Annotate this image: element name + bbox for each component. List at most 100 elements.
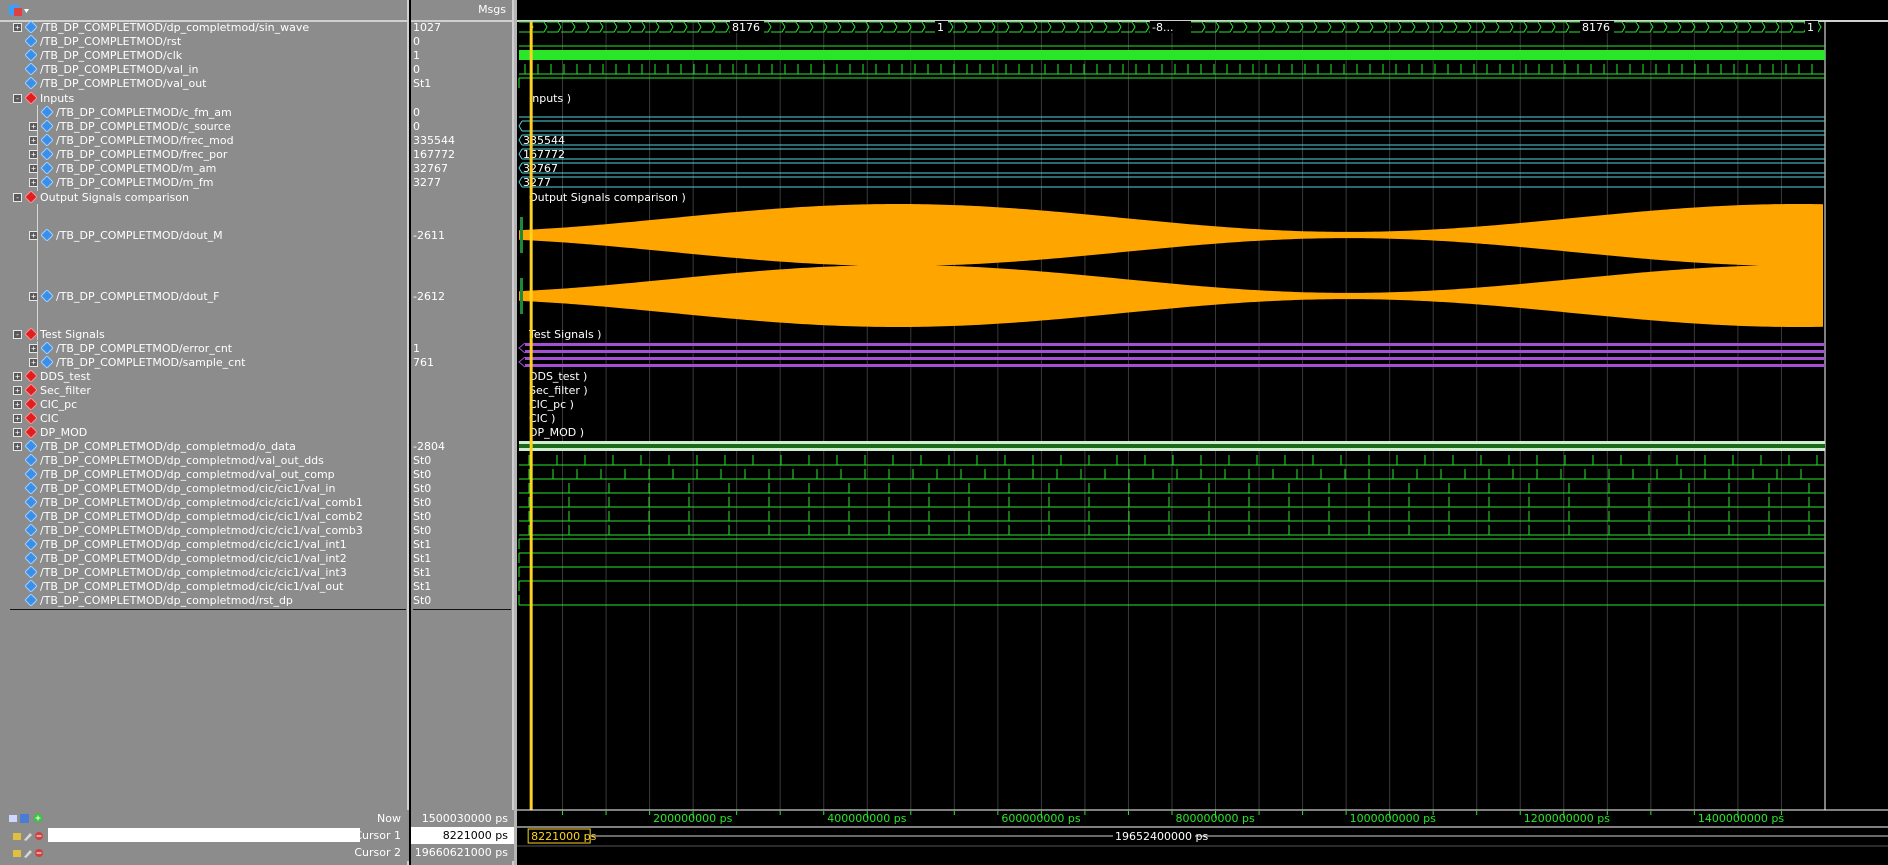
tree-connector: [37, 105, 38, 191]
blue-diamond-icon: [41, 356, 53, 368]
signal-row[interactable]: +/TB_DP_COMPLETMOD/dout_F: [0, 288, 408, 305]
bus-segment: [1625, 21, 1640, 33]
bus-segment: [1401, 21, 1416, 33]
bus-segment: [1191, 21, 1206, 33]
bus-segment: [869, 21, 884, 33]
bus-trace: [525, 343, 1825, 346]
group-label: DP_MOD ): [529, 426, 584, 439]
bus-segment: [645, 21, 660, 33]
expand-icon[interactable]: +: [13, 428, 22, 437]
bus-segment: [1289, 21, 1304, 33]
wave-pane[interactable]: 8176 1 -8... 8176 1 Inputs ) 335544 167772 32767…: [517, 0, 1888, 865]
bus-segment: [1233, 21, 1248, 33]
now-label: Now: [377, 812, 401, 825]
blue-diamond-icon: [41, 106, 53, 118]
bus-segment: [1653, 21, 1668, 33]
bus-value: 167772: [523, 148, 565, 161]
bus-label: 1: [1807, 21, 1814, 34]
expand-icon[interactable]: +: [13, 400, 22, 409]
bus-trace: [525, 364, 1825, 367]
blue-diamond-icon: [41, 290, 53, 302]
expand-icon[interactable]: +: [13, 386, 22, 395]
bus-segment: [953, 21, 968, 33]
bus-segment: [1079, 21, 1094, 33]
signal-values-pane[interactable]: Msgs 1027 0 1 0 St1 0 0 335544 167772 32767 3277 -2…: [411, 0, 514, 865]
bus-segment: [1555, 21, 1570, 33]
bus-segment: [981, 21, 996, 33]
expand-icon[interactable]: +: [13, 414, 22, 423]
bus-segment: [1359, 21, 1374, 33]
bus-value: 3277: [523, 176, 551, 189]
bus-segment: [673, 21, 688, 33]
collapse-icon[interactable]: -: [13, 330, 22, 339]
signal-value: St0: [413, 594, 432, 607]
collapse-icon[interactable]: -: [13, 193, 22, 202]
cursor1-name-box[interactable]: [48, 828, 360, 842]
blue-diamond-icon: [25, 594, 37, 606]
blue-diamond-icon: [25, 538, 37, 550]
expand-icon[interactable]: +: [13, 372, 22, 381]
bus-segment: [1793, 21, 1808, 33]
bus-segment: [1499, 21, 1514, 33]
expand-icon[interactable]: +: [13, 23, 22, 32]
signal-row[interactable]: /TB_DP_COMPLETMOD/dp_completmod/rst_dp: [0, 592, 408, 609]
bus-segment: [1219, 21, 1234, 33]
signal-value: -2612: [413, 290, 445, 303]
blue-diamond-icon: [25, 552, 37, 564]
signal-names-pane[interactable]: +/TB_DP_COMPLETMOD/dp_completmod/sin_wav…: [0, 0, 409, 865]
tree-connector: [37, 341, 38, 363]
cursor1-row[interactable]: Cursor 1: [0, 827, 409, 844]
bus-segment: [1205, 21, 1220, 33]
bus-segment: [1443, 21, 1458, 33]
bus-trace: [525, 350, 1825, 353]
cursor2-label: Cursor 2: [354, 846, 401, 859]
signal-row[interactable]: - Output Signals comparison: [0, 189, 408, 206]
bus-segment: [897, 21, 912, 33]
group-label: Sec_filter ): [529, 384, 588, 397]
red-diamond-icon: [25, 328, 37, 340]
bus-label: 8176: [1582, 21, 1610, 34]
group-label: Inputs ): [529, 92, 571, 105]
expand-icon[interactable]: +: [13, 442, 22, 451]
red-diamond-icon: [25, 92, 37, 104]
blue-diamond-icon: [25, 440, 37, 452]
signal-row[interactable]: +/TB_DP_COMPLETMOD/dout_M: [0, 227, 408, 244]
collapse-icon[interactable]: -: [13, 94, 22, 103]
analog-envelope: [519, 265, 1823, 327]
bus-label: -8...: [1152, 21, 1173, 34]
now-row: Now: [0, 810, 409, 827]
blue-diamond-icon: [41, 134, 53, 146]
cursor1-value[interactable]: 8221000 ps: [411, 827, 514, 844]
bus-segment: [1135, 21, 1150, 33]
bus-segment: [701, 21, 716, 33]
bus-segment: [1667, 21, 1682, 33]
signal-name: /TB_DP_COMPLETMOD/dout_M: [56, 229, 223, 242]
bus-segment: [1331, 21, 1346, 33]
bus-segment: [631, 21, 646, 33]
bus-segment: [1051, 21, 1066, 33]
group-label: CIC ): [529, 412, 555, 425]
blue-diamond-icon: [25, 77, 37, 89]
waveform-canvas[interactable]: 8176 1 -8... 8176 1 Inputs ) 33554416777232767…: [517, 0, 1888, 865]
signal-value: St1: [413, 77, 432, 90]
list-end-line: [413, 609, 511, 610]
blue-diamond-icon: [25, 49, 37, 61]
bus-segment: [603, 21, 618, 33]
bus-segment: [589, 21, 604, 33]
bus-segment: [533, 21, 548, 33]
bus-trace: [518, 342, 526, 354]
blue-diamond-icon: [41, 176, 53, 188]
bus-segment: [617, 21, 632, 33]
bus-segment: [827, 21, 842, 33]
cursor2-row[interactable]: Cursor 2: [0, 844, 409, 861]
group-label: CIC_pc ): [529, 398, 574, 411]
bus-segment: [813, 21, 828, 33]
blue-diamond-icon: [41, 229, 53, 241]
cursor2-value[interactable]: 19660621000 ps: [411, 844, 514, 861]
bus-segment: [1093, 21, 1108, 33]
cursor2-icons[interactable]: [12, 847, 44, 864]
bus-segment: [1751, 21, 1766, 33]
cursor-footer: Now 1500030000 ps Cursor 1 8221000 ps Cu…: [0, 810, 1888, 865]
analog-envelope: [519, 204, 1823, 266]
bus-segment: [575, 21, 590, 33]
